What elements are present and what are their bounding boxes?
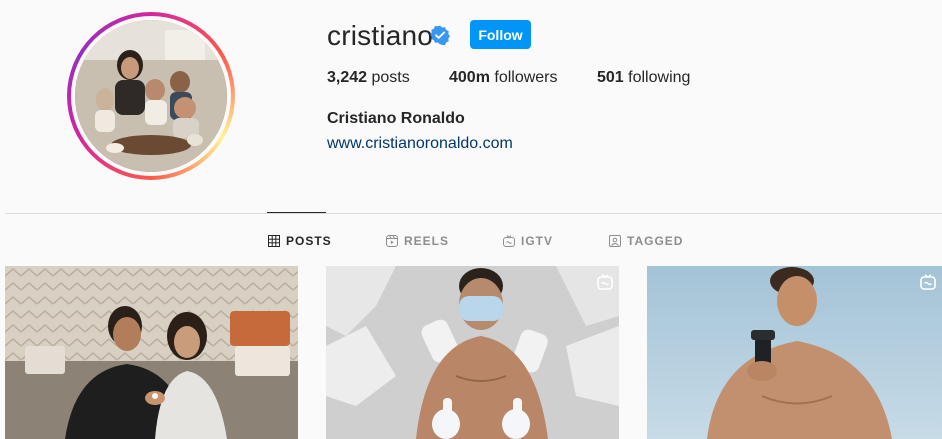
post-image-3 [647, 266, 942, 439]
igtv-icon [920, 274, 936, 290]
verified-badge-icon [430, 25, 450, 45]
website-link[interactable]: www.cristianoronaldo.com [327, 135, 513, 153]
tab-posts-label: POSTS [286, 234, 332, 248]
avatar-gap [71, 16, 231, 176]
profile-avatar-ring[interactable] [67, 12, 235, 180]
tab-igtv[interactable]: IGTV [503, 234, 553, 248]
post-thumbnail-3[interactable] [647, 266, 942, 439]
igtv-icon [597, 274, 613, 290]
username: cristiano [327, 20, 434, 51]
following-count: 501 [597, 69, 624, 86]
post-thumbnail-1[interactable] [5, 266, 298, 439]
post-image-2 [326, 266, 619, 439]
post-image-1 [5, 266, 298, 439]
followers-label: followers [494, 69, 558, 86]
follow-button[interactable]: Follow [470, 20, 531, 49]
reels-icon [386, 235, 398, 247]
full-name: Cristiano Ronaldo [327, 110, 465, 127]
tab-tagged-label: TAGGED [627, 234, 684, 248]
followers-stat[interactable]: 400m followers [449, 69, 558, 87]
profile-avatar [75, 20, 227, 172]
following-label: following [628, 69, 691, 86]
igtv-icon [503, 235, 515, 247]
avatar-photo [75, 20, 227, 172]
tab-reels-label: REELS [404, 234, 450, 248]
post-thumbnail-2[interactable] [326, 266, 619, 439]
tab-posts[interactable]: POSTS [268, 234, 332, 248]
tabs-divider [5, 213, 942, 214]
following-stat[interactable]: 501 following [597, 69, 690, 87]
active-tab-indicator [267, 212, 326, 213]
posts-stat[interactable]: 3,242 posts [327, 69, 410, 87]
posts-label: posts [371, 69, 410, 86]
tab-igtv-label: IGTV [521, 234, 554, 248]
tagged-icon [609, 235, 621, 247]
tab-tagged[interactable]: TAGGED [609, 234, 683, 248]
tab-reels[interactable]: REELS [386, 234, 449, 248]
grid-icon [268, 235, 280, 247]
followers-count: 400m [449, 69, 490, 86]
posts-count: 3,242 [327, 69, 368, 86]
